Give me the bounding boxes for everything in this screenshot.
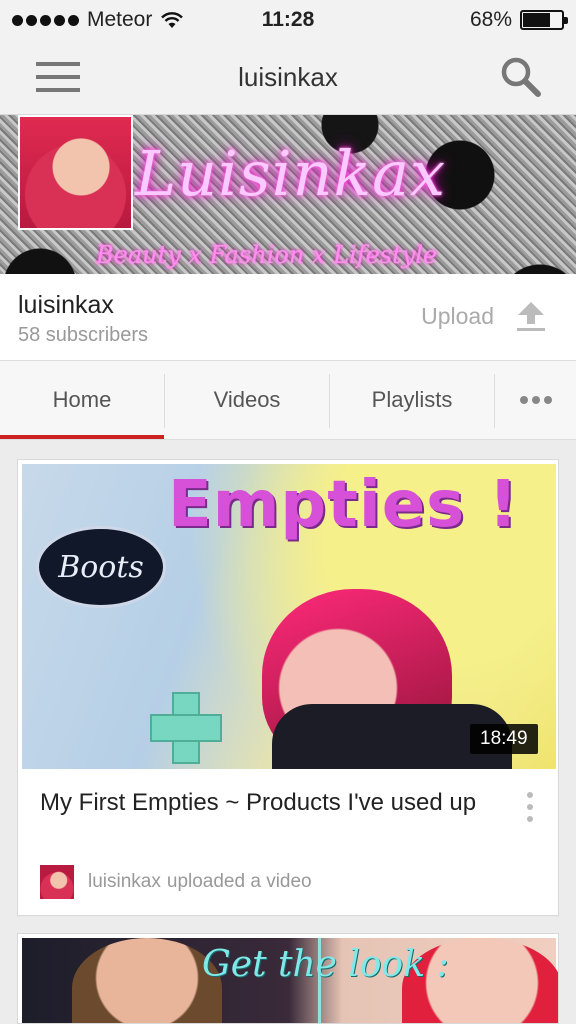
tab-playlists[interactable]: Playlists: [330, 361, 494, 439]
uploader-avatar[interactable]: [40, 865, 74, 899]
uploader-name[interactable]: luisinkax: [88, 871, 161, 893]
page-title: luisinkax: [238, 62, 338, 92]
banner-tagline: Beauty x Fashion x Lifestyle: [96, 241, 438, 269]
channel-avatar[interactable]: [18, 115, 133, 230]
channel-banner: Luisinkax Beauty x Fashion x Lifestyle: [0, 115, 576, 274]
status-right: 68%: [469, 8, 568, 32]
search-icon[interactable]: [498, 54, 542, 98]
more-icon: [519, 396, 552, 404]
active-tab-indicator: [0, 435, 164, 439]
thumbnail-text: Get the look :: [202, 944, 449, 985]
battery-fill: [523, 13, 551, 27]
app-header: luisinkax: [0, 38, 576, 115]
upload-action-text: uploaded a video: [166, 871, 312, 892]
channel-name: luisinkax: [18, 291, 114, 319]
tab-home[interactable]: Home: [0, 361, 164, 439]
uploader-line: luisinkax uploaded a video: [40, 865, 312, 899]
channel-tabs: Home Videos Playlists: [0, 361, 576, 440]
more-options-icon[interactable]: [522, 792, 538, 824]
more-tabs-button[interactable]: [495, 361, 576, 439]
battery-icon: [520, 10, 568, 30]
tab-videos[interactable]: Videos: [165, 361, 329, 439]
thumbnail-logo: Boots: [36, 526, 166, 608]
subscriber-count: 58 subscribers: [18, 324, 149, 346]
video-card: Boots Empties ! 18:49 My First Empties ~…: [17, 459, 559, 916]
status-bar: Meteor 11:28 68%: [0, 0, 576, 38]
upload-label: Upload: [421, 302, 494, 329]
channel-info: luisinkax 58 subscribers Upload: [0, 274, 576, 361]
battery-percent: 68%: [469, 8, 512, 31]
video-duration: 18:49: [470, 724, 538, 754]
upload-button[interactable]: Upload: [421, 300, 546, 332]
video-thumbnail[interactable]: Boots Empties ! 18:49: [22, 464, 556, 769]
banner-title: Luisinkax: [135, 137, 447, 210]
upload-icon: [517, 302, 545, 331]
video-thumbnail[interactable]: Get the look :: [22, 938, 558, 1023]
video-card: Get the look :: [17, 933, 559, 1024]
thumbnail-text: Empties !: [168, 468, 519, 542]
video-title[interactable]: My First Empties ~ Products I've used up: [40, 787, 500, 819]
